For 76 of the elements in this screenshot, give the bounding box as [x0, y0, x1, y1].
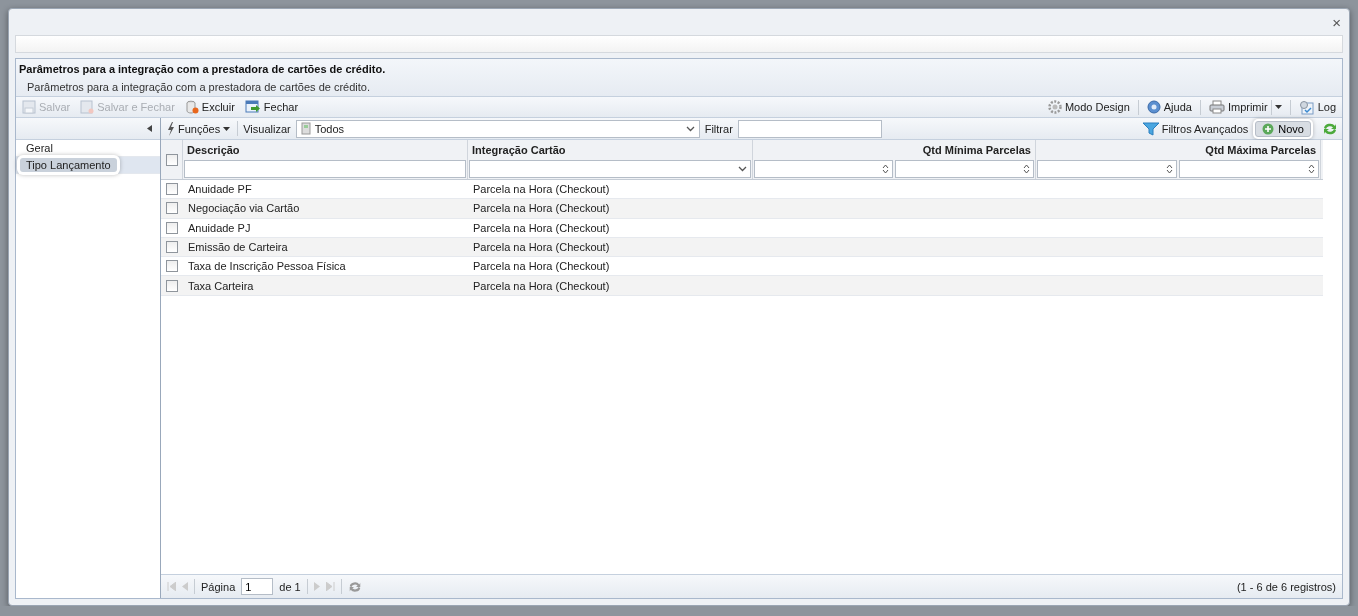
last-page-icon[interactable]	[325, 582, 335, 591]
refresh-icon[interactable]	[347, 579, 362, 594]
record-count: (1 - 6 de 6 registros)	[1236, 580, 1336, 593]
min-filter-field[interactable]	[1037, 160, 1177, 178]
table-cell-text: Parcela na Hora (Checkout)	[472, 260, 611, 273]
next-page-icon[interactable]	[313, 582, 320, 591]
help-icon	[1146, 100, 1161, 114]
page-title: Parâmetros para a integração com a prestadora de cartões de crédito.	[19, 63, 387, 75]
delete-icon	[184, 100, 199, 114]
filter-field[interactable]	[737, 119, 882, 138]
filter-label: Filtrar	[704, 122, 733, 135]
view-label: Visualizar	[243, 122, 291, 135]
table-cell-text: Parcela na Hora (Checkout)	[472, 202, 611, 215]
table-cell-text: Anuidade PF	[187, 183, 253, 196]
chevron-down-icon	[738, 166, 747, 172]
new-button[interactable]: Novo	[1255, 120, 1311, 137]
save-icon	[22, 100, 36, 114]
page-field[interactable]: 1	[241, 578, 274, 595]
caret-icon	[223, 126, 231, 131]
chevron-down-icon	[685, 125, 695, 132]
spinner-icon	[882, 163, 889, 175]
plus-icon	[1262, 122, 1275, 135]
filter-field[interactable]	[184, 160, 466, 178]
refresh-icon[interactable]	[1322, 121, 1338, 136]
spinner-icon	[1308, 163, 1315, 175]
toolbar-button[interactable]: Log	[1296, 99, 1338, 115]
table-cell-text: Parcela na Hora (Checkout)	[472, 241, 611, 254]
row-checkbox[interactable]	[166, 279, 178, 292]
printer-icon	[1208, 100, 1225, 114]
caret-icon	[1274, 105, 1282, 109]
close-button[interactable]: ×	[1330, 13, 1343, 31]
sidebar-item[interactable]: Tipo Lançamento	[16, 157, 160, 174]
exit-icon	[244, 100, 261, 114]
table-cell-text: Parcela na Hora (Checkout)	[472, 279, 611, 292]
lightning-icon	[167, 121, 175, 136]
first-page-icon[interactable]	[167, 582, 176, 591]
max-filter-field[interactable]	[895, 160, 1034, 178]
functions-button[interactable]: Funções	[165, 121, 233, 136]
page-count: de 1	[279, 580, 301, 593]
column-header[interactable]: Integração Cartão	[468, 140, 752, 160]
max-filter-field[interactable]	[1179, 160, 1319, 178]
column-header[interactable]: Qtd Mínima Parcelas	[753, 140, 1035, 160]
gear-icon	[1047, 100, 1062, 114]
select-all-checkbox[interactable]	[165, 153, 178, 166]
spinner-icon	[1166, 163, 1173, 175]
table-cell-text: Emissão de Carteira	[187, 241, 289, 254]
page-subtitle: Parâmetros para a integração com a prestadora de cartões de crédito.	[26, 80, 372, 93]
table-cell-text: Parcela na Hora (Checkout)	[472, 183, 611, 196]
funnel-icon	[1142, 121, 1159, 136]
filter-dropdown[interactable]	[469, 160, 751, 178]
toolbar-button[interactable]: Imprimir	[1206, 99, 1284, 115]
row-checkbox[interactable]	[166, 202, 178, 215]
table-cell-text: Taxa de Inscrição Pessoa Física	[187, 260, 347, 273]
column-header[interactable]: Descrição	[183, 140, 467, 160]
row-checkbox[interactable]	[166, 241, 178, 254]
row-checkbox[interactable]	[166, 260, 178, 273]
min-filter-field[interactable]	[754, 160, 893, 178]
view-dropdown[interactable]: Todos	[295, 119, 700, 138]
row-checkbox[interactable]	[166, 221, 178, 234]
toolbar-button[interactable]: Modo Design	[1045, 100, 1132, 114]
table-cell-text: Parcela na Hora (Checkout)	[472, 221, 611, 234]
toolbar-button[interactable]: Fechar	[242, 100, 301, 114]
table-cell-text: Anuidade PJ	[187, 221, 252, 234]
spinner-icon	[1023, 163, 1030, 175]
save-icon	[80, 100, 95, 114]
collapse-icon[interactable]	[147, 125, 152, 132]
previous-page-icon[interactable]	[182, 582, 188, 591]
column-header[interactable]: Qtd Máxima Parcelas	[1036, 140, 1320, 160]
table-cell-text: Taxa Carteira	[187, 279, 255, 292]
table-cell-text: Negociação via Cartão	[187, 202, 301, 215]
toolbar-button[interactable]: Ajuda	[1144, 100, 1194, 114]
toolbar-button[interactable]: Excluir	[182, 100, 237, 114]
advanced-filters-button[interactable]: Filtros Avançados	[1140, 121, 1251, 136]
page-label: Página	[201, 580, 236, 593]
document-icon	[300, 122, 311, 135]
row-checkbox[interactable]	[166, 183, 178, 196]
